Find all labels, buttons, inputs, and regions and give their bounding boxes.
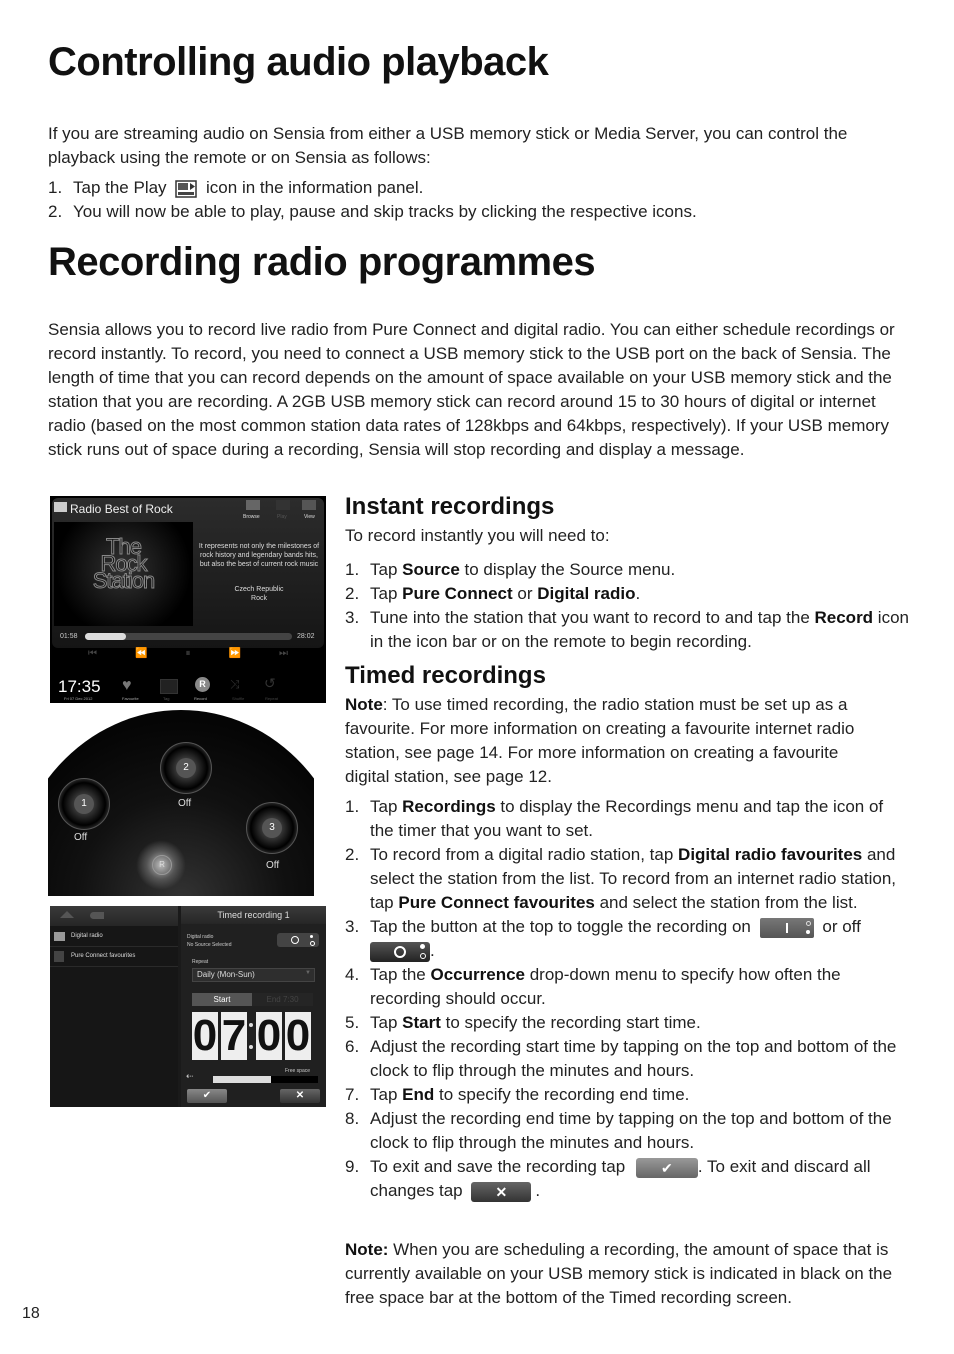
usb-icon: ⇠ <box>186 1071 194 1081</box>
list-item: 1. Tap Recordings to display the Recordin… <box>345 797 884 840</box>
save-check-icon: ✔ <box>635 1157 698 1178</box>
radio-icon <box>54 502 67 512</box>
list-item: 4. Tap the Occurrence drop-down menu to s… <box>345 965 841 1008</box>
rewind-icon[interactable]: ⏪ <box>135 648 147 659</box>
audio-playback-steps: 1. Tap the Play icon in the information … <box>48 176 908 224</box>
source-type: Digital radio <box>187 934 214 940</box>
timer-2-status: Off <box>178 798 192 809</box>
list-item-pure-connect-favourites[interactable]: Pure Connect favourites <box>50 948 178 967</box>
toggle-off-icon <box>370 941 430 962</box>
view-icon <box>302 500 316 510</box>
discard-x-icon: ✕ <box>471 1181 532 1202</box>
station-description: It represents not only the milestones of… <box>198 543 320 568</box>
timer-3-button[interactable]: 3 <box>246 802 298 854</box>
tag-icon[interactable] <box>160 679 178 694</box>
flip-clock[interactable]: 0 7 0 0 <box>192 1012 316 1062</box>
list-item: 3. Tap the button at the top to toggle th… <box>345 917 861 962</box>
favourite-icon[interactable]: ♥ <box>122 677 132 695</box>
recording-toggle[interactable] <box>277 933 319 947</box>
clock: 17:35 <box>58 677 101 696</box>
timer-3-status: Off <box>266 860 280 871</box>
album-art: The Rock Station <box>54 522 193 626</box>
toggle-on-icon <box>759 917 814 938</box>
page-number: 18 <box>22 1305 40 1322</box>
discard-button[interactable]: ✕ <box>280 1089 320 1103</box>
repeat-dropdown[interactable]: Daily (Mon-Sun) ▼ <box>192 968 315 982</box>
list-item: 8. Adjust the recording end time by tappi… <box>345 1109 892 1152</box>
instant-recordings-heading: Instant recordings <box>345 493 555 520</box>
repeat-label: Repeat <box>192 959 209 965</box>
progress-bar[interactable] <box>85 633 292 640</box>
browse-icon <box>246 500 260 510</box>
section-title-recording: Recording radio programmes <box>48 240 596 284</box>
source-list-panel: Digital radio Pure Connect favourites <box>50 906 178 1107</box>
free-space-fill <box>213 1076 271 1083</box>
fast-forward-icon[interactable]: ⏩ <box>229 648 241 659</box>
transport-controls: ⏮ ⏪ ⏸ ⏩ ⏭ <box>88 648 288 659</box>
pure-connect-icon <box>54 951 64 962</box>
timed-recording-screenshot: Digital radio Pure Connect favourites Ti… <box>50 906 326 1107</box>
list-item: 3. Tune into the station that you want to… <box>345 608 909 651</box>
timer-1-button[interactable]: 1 <box>58 778 110 830</box>
instant-steps: 1. Tap Source to display the Source menu.… <box>345 558 910 654</box>
timer-1-status: Off <box>74 832 88 843</box>
final-note: Note: When you are scheduling a recordin… <box>345 1240 893 1307</box>
list-item-digital-radio[interactable]: Digital radio <box>50 928 178 947</box>
record-timer-icon[interactable]: R <box>152 855 172 875</box>
skip-back-icon[interactable]: ⏮ <box>88 648 97 659</box>
elapsed-time: 01:58 <box>60 633 78 640</box>
free-space-label: Free space <box>285 1068 311 1074</box>
start-tab[interactable]: Start <box>192 993 252 1006</box>
station-genre: Rock <box>251 595 267 602</box>
pause-icon[interactable]: ⏸ <box>185 648 190 659</box>
date: Fri 07 Dec 2012 <box>64 696 93 701</box>
recordings-menu-screenshot: R 1 Off 2 Off 3 Off <box>48 710 314 896</box>
up-arrow-icon[interactable] <box>60 911 74 918</box>
list-item: 7. Tap End to specify the recording end t… <box>345 1085 690 1104</box>
repeat-icon[interactable]: ↺ <box>264 675 276 692</box>
list-item: 6. Adjust the recording start time by tap… <box>345 1037 897 1080</box>
radio-icon <box>54 932 65 941</box>
list-item: 9. To exit and save the recording tap ✔. … <box>345 1157 871 1202</box>
list-item: 5. Tap Start to specify the recording sta… <box>345 1013 701 1032</box>
back-icon[interactable] <box>90 912 104 919</box>
shuffle-icon[interactable]: ⤨ <box>230 677 240 692</box>
timed-recordings-heading: Timed recordings <box>345 662 546 689</box>
list-item: 1. Tap Source to display the Source menu. <box>345 560 676 579</box>
list-item: 1. Tap the Play icon in the information … <box>48 178 424 198</box>
timer-settings-panel: Timed recording 1 Digital radio No Sourc… <box>181 906 326 1107</box>
timer-title: Timed recording 1 <box>181 906 326 924</box>
chevron-down-icon: ▼ <box>305 970 311 976</box>
timed-note: Note: To use timed recording, the radio … <box>345 695 855 786</box>
play-panel-icon <box>175 179 198 198</box>
station-name: Radio Best of Rock <box>70 502 173 516</box>
section-title-audio-playback: Controlling audio playback <box>48 40 549 84</box>
source-value: No Source Selected <box>187 942 232 948</box>
timed-steps: 1. Tap Recordings to display the Recordin… <box>345 795 910 1203</box>
audio-playback-intro: If you are streaming audio on Sensia fro… <box>48 124 848 167</box>
total-time: 28:02 <box>297 633 315 640</box>
save-button[interactable]: ✔ <box>187 1089 227 1103</box>
station-country: Czech Republic <box>234 586 284 593</box>
skip-forward-icon[interactable]: ⏭ <box>279 648 288 659</box>
progress-fill <box>85 633 127 640</box>
list-item: 2. To record from a digital radio station… <box>345 845 896 912</box>
list-item: 2. You will now be able to play, pause a… <box>48 202 697 221</box>
timer-2-button[interactable]: 2 <box>160 742 212 794</box>
record-icon[interactable]: R <box>195 677 210 692</box>
list-item: 2. Tap Pure Connect or Digital radio. <box>345 584 641 603</box>
recording-intro: Sensia allows you to record live radio f… <box>48 320 895 459</box>
play-icon <box>276 500 290 510</box>
end-tab[interactable]: End 7:30 <box>252 993 313 1006</box>
instant-intro: To record instantly you will need to: <box>345 526 610 545</box>
now-playing-screenshot: Radio Best of Rock Browse Play View The … <box>50 496 326 703</box>
free-space-bar <box>213 1076 318 1083</box>
